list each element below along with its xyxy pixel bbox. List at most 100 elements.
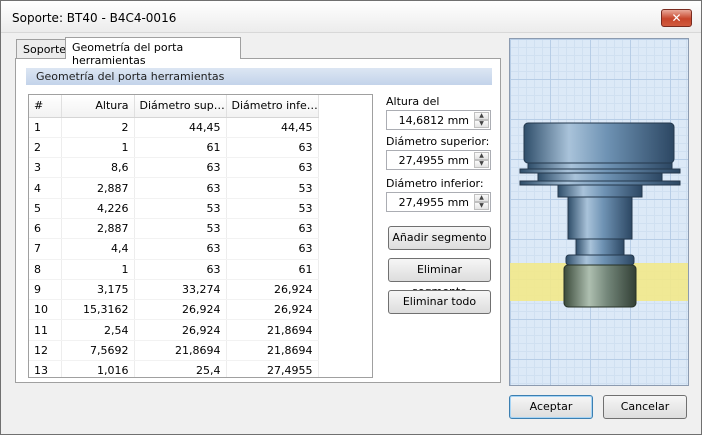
- table-row[interactable]: 13 1,016 25,4 27,4955: [29, 360, 319, 377]
- cell-diametro-inferior[interactable]: 27,4955: [226, 360, 319, 377]
- segments-table[interactable]: # Altura Diámetro sup… Diámetro infe… 12…: [28, 94, 373, 378]
- title-bar[interactable]: Soporte: BT40 - B4C4-0016 ✕: [1, 1, 701, 33]
- table-row[interactable]: 11 2,54 26,924 21,8694: [29, 319, 319, 341]
- cell-index[interactable]: 8: [29, 259, 62, 280]
- cell-diametro-superior[interactable]: 53: [134, 198, 227, 219]
- table-row[interactable]: 8 1 63 61: [29, 259, 319, 280]
- cell-diametro-superior[interactable]: 63: [134, 157, 227, 179]
- table-row[interactable]: 3 8,6 63 63: [29, 157, 319, 179]
- cell-diametro-superior[interactable]: 61: [134, 137, 227, 159]
- cell-altura[interactable]: 15,3162: [61, 299, 135, 321]
- window-title: Soporte: BT40 - B4C4-0016: [12, 11, 177, 25]
- column-header-diametro-superior[interactable]: Diámetro sup…: [134, 95, 227, 118]
- cell-diametro-inferior[interactable]: 63: [226, 137, 319, 159]
- diametro-superior-value[interactable]: 27,4955 mm: [399, 154, 469, 167]
- cell-altura[interactable]: 2,887: [61, 218, 135, 240]
- cell-diametro-superior[interactable]: 25,4: [134, 360, 227, 377]
- spin-up-icon[interactable]: ▲: [474, 112, 489, 120]
- column-header-altura[interactable]: Altura: [61, 95, 135, 118]
- accept-button[interactable]: Aceptar: [509, 395, 593, 419]
- holder-preview[interactable]: [509, 38, 689, 386]
- cell-altura[interactable]: 2: [61, 117, 135, 138]
- cell-diametro-superior[interactable]: 44,45: [134, 117, 227, 138]
- cell-diametro-inferior[interactable]: 21,8694: [226, 340, 319, 362]
- cell-diametro-inferior[interactable]: 26,924: [226, 299, 319, 321]
- cell-diametro-superior[interactable]: 53: [134, 218, 227, 240]
- diametro-superior-spinner[interactable]: 27,4955 mm ▲ ▼: [386, 150, 491, 170]
- cell-altura[interactable]: 1,016: [61, 360, 135, 377]
- spin-up-icon[interactable]: ▲: [474, 194, 489, 202]
- altura-spinner[interactable]: 14,6812 mm ▲ ▼: [386, 110, 491, 130]
- table-row[interactable]: 10 15,3162 26,924 26,924: [29, 299, 319, 321]
- cell-diametro-superior[interactable]: 26,924: [134, 299, 227, 321]
- diametro-superior-label: Diámetro superior:: [386, 135, 490, 148]
- cell-diametro-inferior[interactable]: 63: [226, 218, 319, 240]
- remove-all-button[interactable]: Eliminar todo: [388, 290, 491, 314]
- segment-shape: [537, 172, 663, 182]
- remove-segment-button[interactable]: Eliminar segmento: [388, 258, 491, 298]
- cell-index[interactable]: 6: [29, 218, 62, 240]
- cell-index[interactable]: 3: [29, 157, 62, 179]
- table-row[interactable]: 7 4,4 63 63: [29, 238, 319, 260]
- cell-index[interactable]: 11: [29, 319, 62, 341]
- cancel-button[interactable]: Cancelar: [603, 395, 687, 419]
- diametro-inferior-spinner[interactable]: 27,4955 mm ▲ ▼: [386, 192, 491, 212]
- cell-diametro-inferior[interactable]: 53: [226, 177, 319, 199]
- dialog-window: Soporte: BT40 - B4C4-0016 ✕ Soporte Geom…: [0, 0, 702, 435]
- cell-diametro-inferior[interactable]: 21,8694: [226, 319, 319, 341]
- cell-diametro-superior[interactable]: 63: [134, 259, 227, 280]
- cell-diametro-superior[interactable]: 63: [134, 177, 227, 199]
- table-row[interactable]: 5 4,226 53 53: [29, 198, 319, 219]
- cell-altura[interactable]: 4,4: [61, 238, 135, 260]
- cell-diametro-superior[interactable]: 63: [134, 238, 227, 260]
- cell-index[interactable]: 10: [29, 299, 62, 321]
- cell-index[interactable]: 12: [29, 340, 62, 362]
- cell-diametro-inferior[interactable]: 63: [226, 157, 319, 179]
- cell-diametro-inferior[interactable]: 63: [226, 238, 319, 260]
- tab-panel: Geometría del porta herramientas # Altur…: [15, 58, 501, 383]
- cell-diametro-superior[interactable]: 33,274: [134, 279, 227, 301]
- cell-index[interactable]: 4: [29, 177, 62, 199]
- segment-shape: [527, 162, 673, 170]
- table-row[interactable]: 1 2 44,45 44,45: [29, 117, 319, 138]
- cell-diametro-inferior[interactable]: 44,45: [226, 117, 319, 138]
- spin-down-icon[interactable]: ▼: [474, 160, 489, 168]
- cell-altura[interactable]: 2,887: [61, 177, 135, 199]
- column-header-diametro-inferior[interactable]: Diámetro infe…: [226, 95, 319, 118]
- altura-value[interactable]: 14,6812 mm: [399, 114, 469, 127]
- cell-altura[interactable]: 7,5692: [61, 340, 135, 362]
- close-button[interactable]: ✕: [661, 9, 692, 27]
- cell-diametro-inferior[interactable]: 61: [226, 259, 319, 280]
- tab-geometria[interactable]: Geometría del porta herramientas: [65, 37, 241, 67]
- cell-diametro-inferior[interactable]: 26,924: [226, 279, 319, 301]
- cell-altura[interactable]: 1: [61, 259, 135, 280]
- cell-diametro-superior[interactable]: 26,924: [134, 319, 227, 341]
- table-row[interactable]: 12 7,5692 21,8694 21,8694: [29, 340, 319, 362]
- cell-index[interactable]: 1: [29, 117, 62, 138]
- table-row[interactable]: 2 1 61 63: [29, 137, 319, 159]
- cell-index[interactable]: 13: [29, 360, 62, 377]
- cell-index[interactable]: 9: [29, 279, 62, 301]
- cell-diametro-inferior[interactable]: 53: [226, 198, 319, 219]
- table-row[interactable]: 9 3,175 33,274 26,924: [29, 279, 319, 301]
- spin-down-icon[interactable]: ▼: [474, 202, 489, 210]
- cell-altura[interactable]: 4,226: [61, 198, 135, 219]
- segment-shape: [519, 180, 681, 186]
- cell-altura[interactable]: 2,54: [61, 319, 135, 341]
- spin-down-icon[interactable]: ▼: [474, 120, 489, 128]
- cell-diametro-superior[interactable]: 21,8694: [134, 340, 227, 362]
- table-row[interactable]: 6 2,887 53 63: [29, 218, 319, 240]
- tab-soporte[interactable]: Soporte: [16, 39, 66, 59]
- cell-altura[interactable]: 3,175: [61, 279, 135, 301]
- cell-altura[interactable]: 8,6: [61, 157, 135, 179]
- cell-index[interactable]: 2: [29, 137, 62, 159]
- diametro-inferior-value[interactable]: 27,4955 mm: [399, 196, 469, 209]
- cell-index[interactable]: 7: [29, 238, 62, 260]
- add-segment-button[interactable]: Añadir segmento: [388, 226, 491, 250]
- table-row[interactable]: 4 2,887 63 53: [29, 177, 319, 199]
- cell-index[interactable]: 5: [29, 198, 62, 219]
- spin-up-icon[interactable]: ▲: [474, 152, 489, 160]
- cell-altura[interactable]: 1: [61, 137, 135, 159]
- column-header-index[interactable]: #: [29, 95, 62, 118]
- segment-shape: [519, 168, 681, 174]
